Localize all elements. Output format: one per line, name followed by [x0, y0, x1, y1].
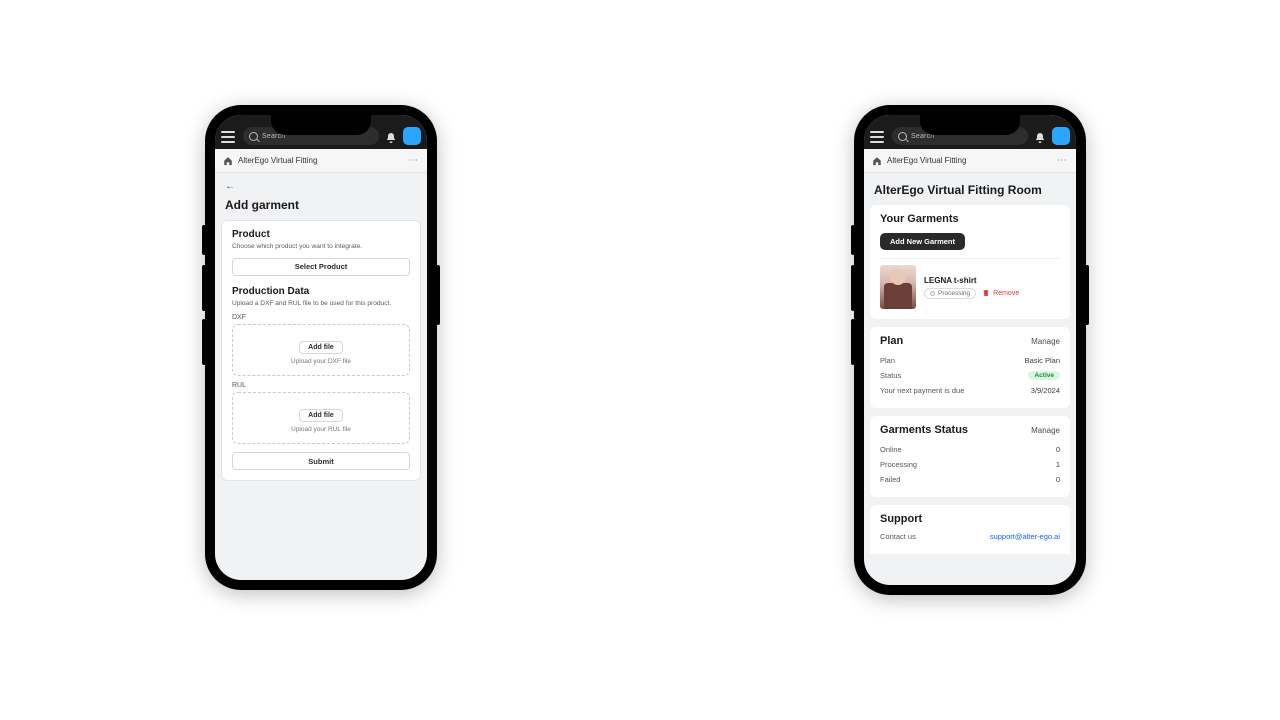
- phone-frame-right: Search AlterEgo Virtual Fitting ⋯ AlterE…: [854, 105, 1086, 595]
- content-left: ← Add garment Product Choose which produ…: [215, 173, 427, 580]
- product-sub: Choose which product you want to integra…: [232, 243, 410, 252]
- notch: [920, 115, 1020, 135]
- next-payment-value: 3/9/2024: [1031, 386, 1060, 395]
- app-title: AlterEgo Virtual Fitting: [887, 156, 966, 165]
- app-icon: [872, 156, 882, 166]
- remove-button[interactable]: Remove: [982, 289, 1019, 297]
- more-icon[interactable]: ⋯: [408, 155, 419, 166]
- screen-right: Search AlterEgo Virtual Fitting ⋯ AlterE…: [864, 115, 1076, 585]
- rul-label: RUL: [232, 382, 410, 389]
- notch: [271, 115, 371, 135]
- rul-add-button[interactable]: Add file: [299, 409, 343, 422]
- garment-name: LEGNA t-shirt: [924, 276, 1060, 285]
- more-icon[interactable]: ⋯: [1057, 155, 1068, 166]
- online-count: 0: [1056, 445, 1060, 454]
- plan-heading: Plan: [880, 335, 903, 347]
- status-panel: Garments Status Manage Online 0 Processin…: [870, 416, 1070, 497]
- product-card: Product Choose which product you want to…: [221, 220, 421, 481]
- app-title: AlterEgo Virtual Fitting: [238, 156, 317, 165]
- submit-button[interactable]: Submit: [232, 452, 410, 470]
- failed-count: 0: [1056, 475, 1060, 484]
- page-title: Add garment: [215, 192, 427, 220]
- notifications-icon[interactable]: [385, 131, 397, 143]
- dxf-label: DXF: [232, 314, 410, 321]
- status-manage-link[interactable]: Manage: [1031, 426, 1060, 435]
- garment-thumb[interactable]: [880, 265, 916, 309]
- garments-panel: Your Garments Add New Garment LEGNA t-sh…: [870, 205, 1070, 319]
- garments-heading: Your Garments: [880, 213, 959, 225]
- menu-icon[interactable]: [870, 131, 884, 143]
- garment-row: LEGNA t-shirt Processing Remove: [880, 258, 1060, 309]
- plan-label: Plan: [880, 356, 895, 365]
- support-email-link[interactable]: support@alter-ego.ai: [990, 532, 1060, 541]
- avatar[interactable]: [403, 127, 421, 145]
- product-heading: Product: [232, 229, 410, 240]
- notifications-icon[interactable]: [1034, 131, 1046, 143]
- status-badge: Active: [1028, 371, 1060, 380]
- data-heading: Production Data: [232, 286, 410, 297]
- plan-manage-link[interactable]: Manage: [1031, 337, 1060, 346]
- next-payment-label: Your next payment is due: [880, 386, 964, 395]
- menu-icon[interactable]: [221, 131, 235, 143]
- phone-frame-left: Search AlterEgo Virtual Fitting ⋯ ← Add …: [205, 105, 437, 590]
- dxf-add-button[interactable]: Add file: [299, 341, 343, 354]
- status-label: Status: [880, 371, 901, 380]
- processing-count: 1: [1056, 460, 1060, 469]
- dxf-dropzone[interactable]: Add file Upload your DXF file: [232, 324, 410, 376]
- content-right: AlterEgo Virtual Fitting Room Your Garme…: [864, 173, 1076, 585]
- search-icon: [249, 132, 258, 141]
- plan-panel: Plan Manage PlanBasic Plan StatusActive …: [870, 327, 1070, 408]
- rul-hint: Upload your RUL file: [291, 426, 351, 433]
- status-heading: Garments Status: [880, 424, 968, 436]
- screen-left: Search AlterEgo Virtual Fitting ⋯ ← Add …: [215, 115, 427, 580]
- trash-icon: [982, 289, 990, 297]
- garment-status-pill: Processing: [924, 288, 976, 299]
- support-heading: Support: [880, 513, 922, 525]
- processing-label: Processing: [880, 460, 917, 469]
- processing-icon: [930, 291, 935, 296]
- online-label: Online: [880, 445, 902, 454]
- title-bar: AlterEgo Virtual Fitting ⋯: [215, 149, 427, 173]
- back-button[interactable]: ←: [215, 173, 427, 192]
- search-icon: [898, 132, 907, 141]
- add-garment-button[interactable]: Add New Garment: [880, 233, 965, 250]
- select-product-button[interactable]: Select Product: [232, 258, 410, 276]
- plan-value: Basic Plan: [1025, 356, 1060, 365]
- dxf-hint: Upload your DXF file: [291, 358, 351, 365]
- support-panel: Support Contact us support@alter-ego.ai: [870, 505, 1070, 554]
- rul-dropzone[interactable]: Add file Upload your RUL file: [232, 392, 410, 444]
- contact-label: Contact us: [880, 532, 916, 541]
- app-icon: [223, 156, 233, 166]
- data-sub: Upload a DXF and RUL file to be used for…: [232, 300, 410, 309]
- page-title: AlterEgo Virtual Fitting Room: [864, 173, 1076, 205]
- failed-label: Failed: [880, 475, 900, 484]
- avatar[interactable]: [1052, 127, 1070, 145]
- title-bar: AlterEgo Virtual Fitting ⋯: [864, 149, 1076, 173]
